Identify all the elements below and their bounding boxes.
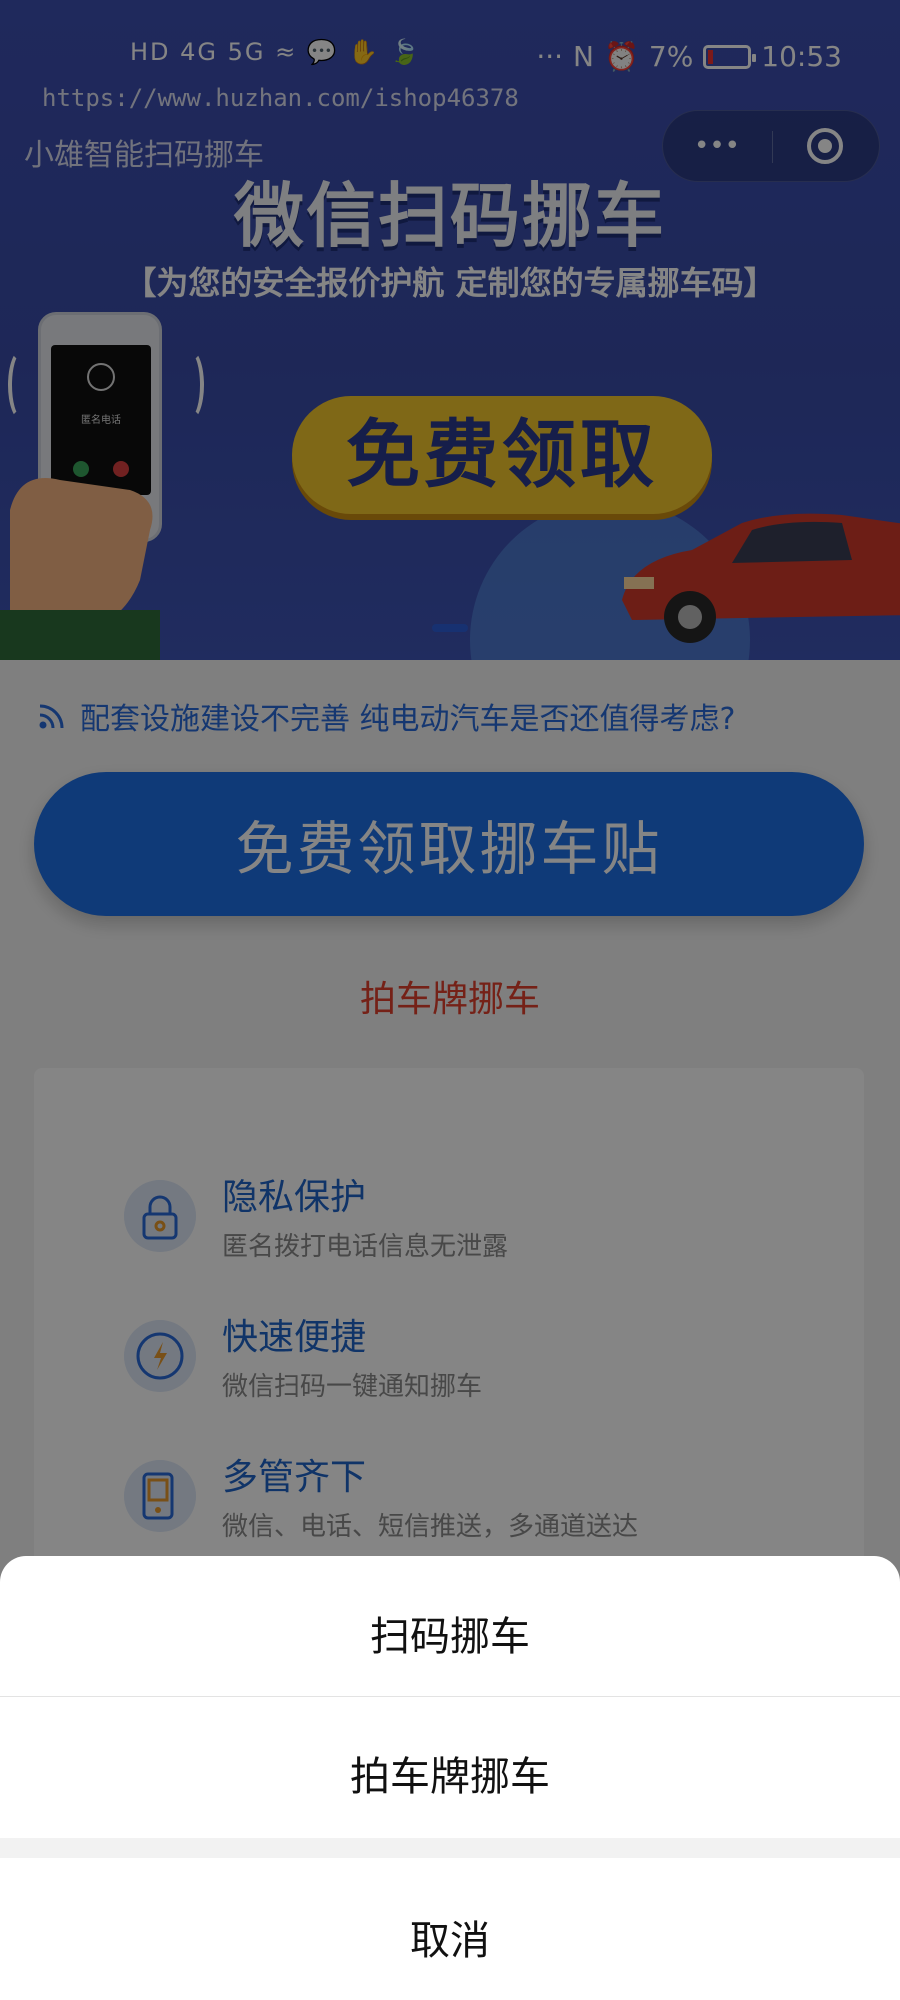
sheet-gap: [0, 1838, 900, 1858]
action-sheet: 扫码挪车 拍车牌挪车 取消: [0, 1556, 900, 2000]
sheet-divider: [0, 1696, 900, 1697]
action-plate-move[interactable]: 拍车牌挪车: [0, 1744, 900, 1802]
action-scan-move[interactable]: 扫码挪车: [0, 1604, 900, 1662]
cancel-button[interactable]: 取消: [0, 1908, 900, 1966]
